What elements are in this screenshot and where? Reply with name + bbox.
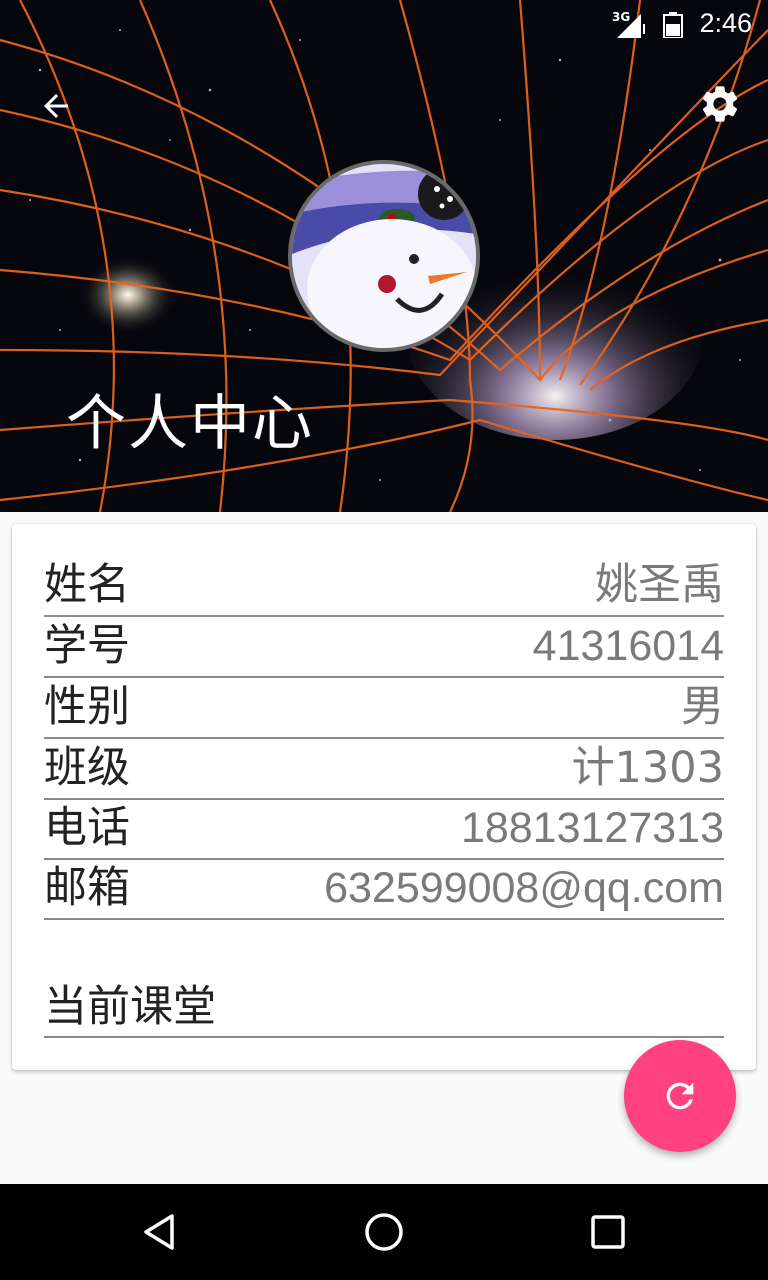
snowman-avatar-image [292, 164, 476, 348]
signal-icon [617, 14, 645, 38]
nav-recents-button[interactable] [578, 1204, 638, 1260]
student-id-value: 41316014 [532, 622, 724, 670]
class-value: 计1303 [571, 743, 724, 793]
profile-screen: 3G 2:46 个人中心 姓名 姚圣禹 学号 41316014 性别 男 班级 … [0, 0, 768, 1280]
phone-value: 18813127313 [460, 804, 724, 852]
student-id-label: 学号 [44, 621, 130, 671]
class-label: 班级 [44, 743, 130, 793]
refresh-icon [666, 1082, 694, 1110]
phone-label: 电话 [44, 803, 130, 853]
profile-row-name: 姓名 姚圣禹 [44, 556, 724, 617]
gender-value: 男 [681, 682, 724, 732]
profile-row-student-id: 学号 41316014 [44, 617, 724, 678]
nav-recents-icon [591, 1215, 625, 1249]
status-time: 2:46 [699, 8, 752, 38]
nav-back-icon [144, 1214, 174, 1250]
profile-row-email: 邮箱 632599008@qq.com [44, 859, 724, 920]
nav-back-button[interactable] [130, 1204, 190, 1260]
settings-button[interactable] [694, 78, 746, 130]
current-class-heading: 当前课堂 [44, 976, 724, 1038]
nav-home-button[interactable] [354, 1204, 414, 1260]
refresh-button[interactable] [624, 1040, 736, 1152]
profile-row-phone: 电话 18813127313 [44, 799, 724, 860]
profile-row-class: 班级 计1303 [44, 739, 724, 800]
gear-icon [702, 86, 738, 122]
nav-home-icon [365, 1213, 403, 1251]
back-button[interactable] [30, 80, 82, 132]
status-bar: 3G 2:46 [0, 0, 768, 48]
name-label: 姓名 [44, 560, 130, 610]
arrow-back-icon [44, 94, 68, 118]
profile-row-gender: 性别 男 [44, 678, 724, 739]
battery-icon [663, 12, 683, 38]
profile-card: 姓名 姚圣禹 学号 41316014 性别 男 班级 计1303 电话 1881… [12, 524, 756, 1070]
page-title: 个人中心 [66, 389, 314, 459]
email-value: 632599008@qq.com [324, 864, 724, 912]
avatar[interactable] [288, 160, 480, 352]
email-label: 邮箱 [44, 863, 130, 913]
name-value: 姚圣禹 [595, 560, 724, 610]
system-navigation-bar [0, 1184, 768, 1280]
profile-header: 3G 2:46 个人中心 [0, 0, 768, 512]
gender-label: 性别 [44, 682, 130, 732]
